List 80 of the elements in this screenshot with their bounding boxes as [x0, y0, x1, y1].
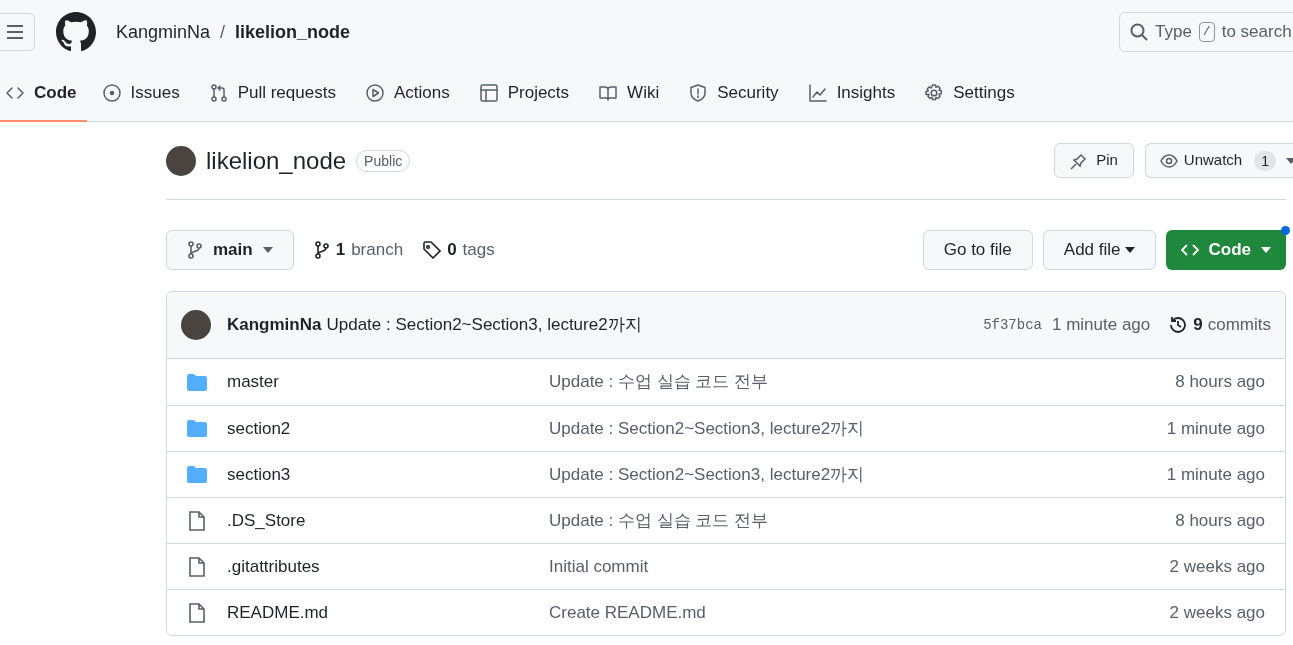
file-icon	[189, 602, 205, 623]
octocat-logo-icon[interactable]	[56, 12, 96, 52]
file-icon	[189, 556, 205, 577]
file-icon	[189, 510, 205, 531]
commit-time: 8 hours ago	[1175, 509, 1265, 532]
unwatch-button[interactable]: Unwatch 1	[1144, 143, 1293, 178]
nav-tab[interactable]: Security	[675, 64, 793, 121]
shield-icon	[689, 83, 708, 102]
branch-selector[interactable]: main	[166, 230, 294, 270]
nav-tab[interactable]: Wiki	[585, 64, 674, 121]
breadcrumb-separator: /	[220, 20, 226, 44]
add-file-button[interactable]: Add file	[1042, 230, 1156, 270]
commit-time: 8 hours ago	[1175, 371, 1265, 394]
search-icon	[1130, 23, 1148, 41]
file-name-link[interactable]: README.md	[227, 599, 549, 626]
commit-time: 1 minute ago	[1166, 417, 1265, 440]
nav-tab[interactable]: Projects	[465, 64, 584, 121]
repo-link[interactable]: likelion_node	[235, 18, 351, 46]
repo-title: likelion_node	[206, 145, 347, 176]
file-name-link[interactable]: .DS_Store	[227, 507, 549, 534]
menu-button[interactable]	[0, 13, 35, 51]
folder-icon	[187, 466, 207, 483]
search-placeholder: Type	[1155, 21, 1192, 44]
eye-icon	[1159, 153, 1178, 168]
commit-message-link[interactable]: Initial commit	[549, 553, 649, 580]
code-button[interactable]: Code	[1165, 230, 1286, 270]
caret-icon	[1124, 247, 1135, 253]
book-icon	[599, 83, 618, 102]
caret-icon	[1286, 157, 1293, 164]
search-placeholder: to search	[1221, 21, 1292, 44]
issue-icon	[102, 83, 121, 102]
commit-time: 2 weeks ago	[1169, 555, 1265, 578]
graph-icon	[808, 83, 827, 102]
history-icon	[1168, 315, 1189, 335]
table-icon	[479, 83, 498, 102]
commit-message-link[interactable]: Update : Section2~Section3, lecture2까지	[326, 312, 642, 338]
commit-message-link[interactable]: Update : Section2~Section3, lecture2까지	[549, 415, 865, 442]
caret-icon	[262, 247, 273, 253]
play-icon	[365, 83, 384, 102]
commit-time: 1 minute ago	[1166, 463, 1265, 486]
file-name-link[interactable]: section2	[227, 415, 549, 442]
avatar	[181, 310, 211, 340]
avatar	[166, 145, 196, 176]
settings-icon	[925, 83, 944, 102]
tags-link[interactable]: 0 tags	[423, 237, 495, 263]
commit-message-link[interactable]: Update : 수업 실습 코드 전부	[549, 369, 769, 395]
branch-icon	[313, 241, 330, 259]
commit-message-link[interactable]: Update : 수업 실습 코드 전부	[549, 507, 769, 534]
nav-tab[interactable]: Insights	[794, 64, 910, 121]
nav-tab[interactable]: Code	[0, 64, 87, 121]
menu-icon	[5, 24, 24, 40]
file-name-link[interactable]: master	[227, 369, 549, 395]
search-field[interactable]: Type / to search	[1119, 12, 1293, 52]
nav-tab[interactable]: Issues	[88, 64, 194, 121]
commit-time: 2 weeks ago	[1169, 601, 1265, 624]
commits-link[interactable]: 9 commits	[1168, 312, 1271, 338]
folder-icon	[187, 420, 207, 437]
file-name-link[interactable]: .gitattributes	[227, 553, 549, 580]
pin-icon	[1070, 151, 1089, 170]
commit-message-link[interactable]: Update : Section2~Section3, lecture2까지	[549, 461, 865, 488]
go-to-file-button[interactable]: Go to file	[922, 230, 1033, 270]
commit-author-link[interactable]: KangminNa	[227, 312, 322, 338]
nav-tab[interactable]: Settings	[911, 64, 1029, 121]
watch-count: 1	[1254, 150, 1276, 171]
pin-button[interactable]: Pin	[1054, 143, 1134, 178]
pull-request-icon	[209, 83, 228, 102]
nav-tab[interactable]: Pull requests	[195, 64, 350, 121]
tag-icon	[423, 241, 442, 259]
caret-icon	[1261, 247, 1271, 253]
code-icon	[1180, 243, 1199, 257]
folder-icon	[187, 373, 207, 391]
commit-message-link[interactable]: Create README.md	[549, 599, 706, 626]
file-name-link[interactable]: section3	[227, 461, 549, 488]
nav-tab[interactable]: Actions	[351, 64, 464, 121]
branches-link[interactable]: 1 branch	[313, 237, 404, 263]
owner-link[interactable]: KangminNa	[116, 18, 211, 46]
shortcut-key: /	[1198, 22, 1215, 42]
commit-time: 1 minute ago	[1051, 314, 1151, 337]
commit-sha-link[interactable]: 5f37bca	[983, 314, 1042, 336]
branch-icon	[187, 241, 203, 259]
